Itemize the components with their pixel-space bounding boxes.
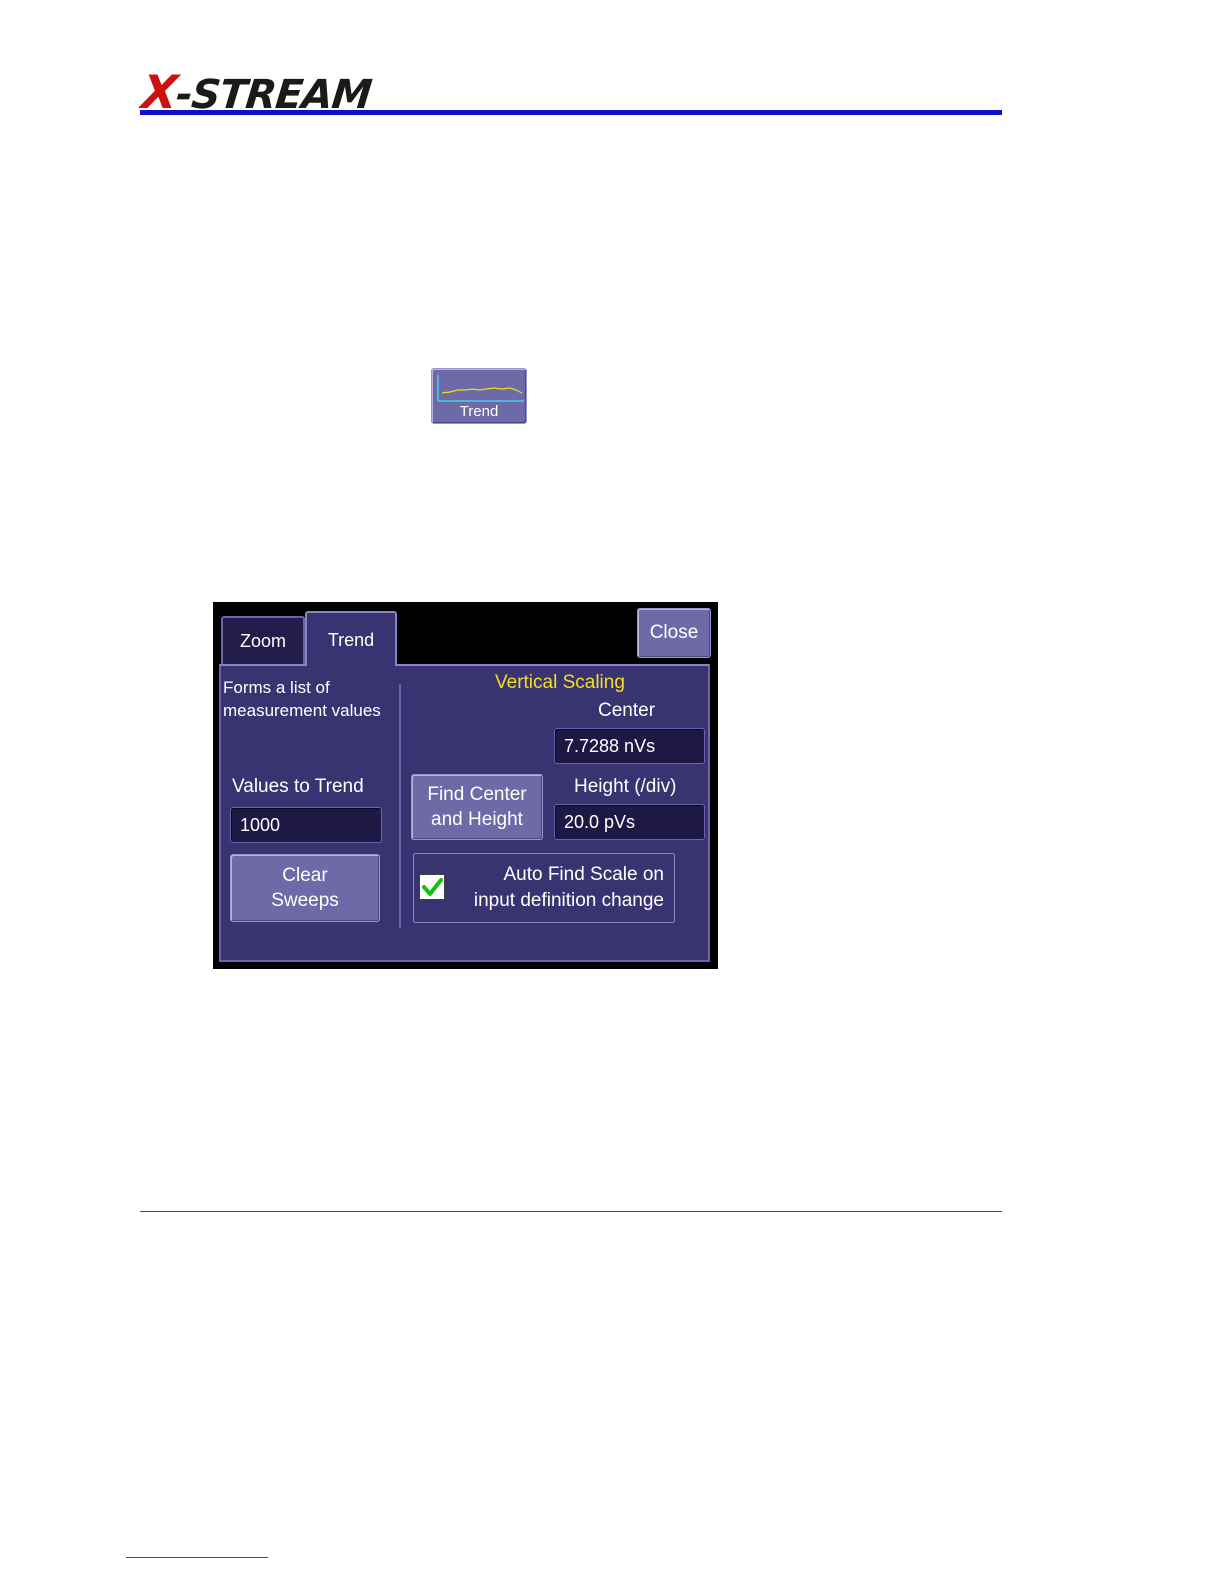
trend-icon-button[interactable]: Trend [431,368,527,424]
values-to-trend-label: Values to Trend [232,776,364,797]
height-input[interactable]: 20.0 pVs [554,804,705,840]
trend-dialog: Zoom Trend Close Forms a list of measure… [213,602,718,969]
vertical-scaling-title: Vertical Scaling [495,672,625,693]
tab-trend[interactable]: Trend [305,611,397,666]
close-button[interactable]: Close [637,608,711,658]
footnote-rule [126,1557,268,1558]
clear-sweeps-button[interactable]: Clear Sweeps [230,854,380,922]
tab-zoom[interactable]: Zoom [221,616,305,664]
check-icon [422,878,443,896]
auto-find-checkbox[interactable] [419,874,445,900]
values-to-trend-input[interactable]: 1000 [230,807,382,843]
center-label: Center [598,700,656,721]
panel-divider [399,684,401,928]
xstream-logo: X-STREAM [139,65,374,119]
auto-find-scale-toggle[interactable]: Auto Find Scale on input definition chan… [413,853,675,923]
find-center-height-button[interactable]: Find Center and Height [411,774,543,840]
center-input[interactable]: 7.7288 nVs [554,728,705,764]
height-label: Height (/div) [574,776,677,797]
auto-find-label: Auto Find Scale on input definition chan… [473,864,664,911]
header-rule [140,110,1002,115]
footer-rule [140,1211,1002,1212]
description-text: Forms a list of measurement values [223,678,381,720]
trend-chart-icon [437,375,524,402]
trend-icon-label: Trend [459,403,499,420]
